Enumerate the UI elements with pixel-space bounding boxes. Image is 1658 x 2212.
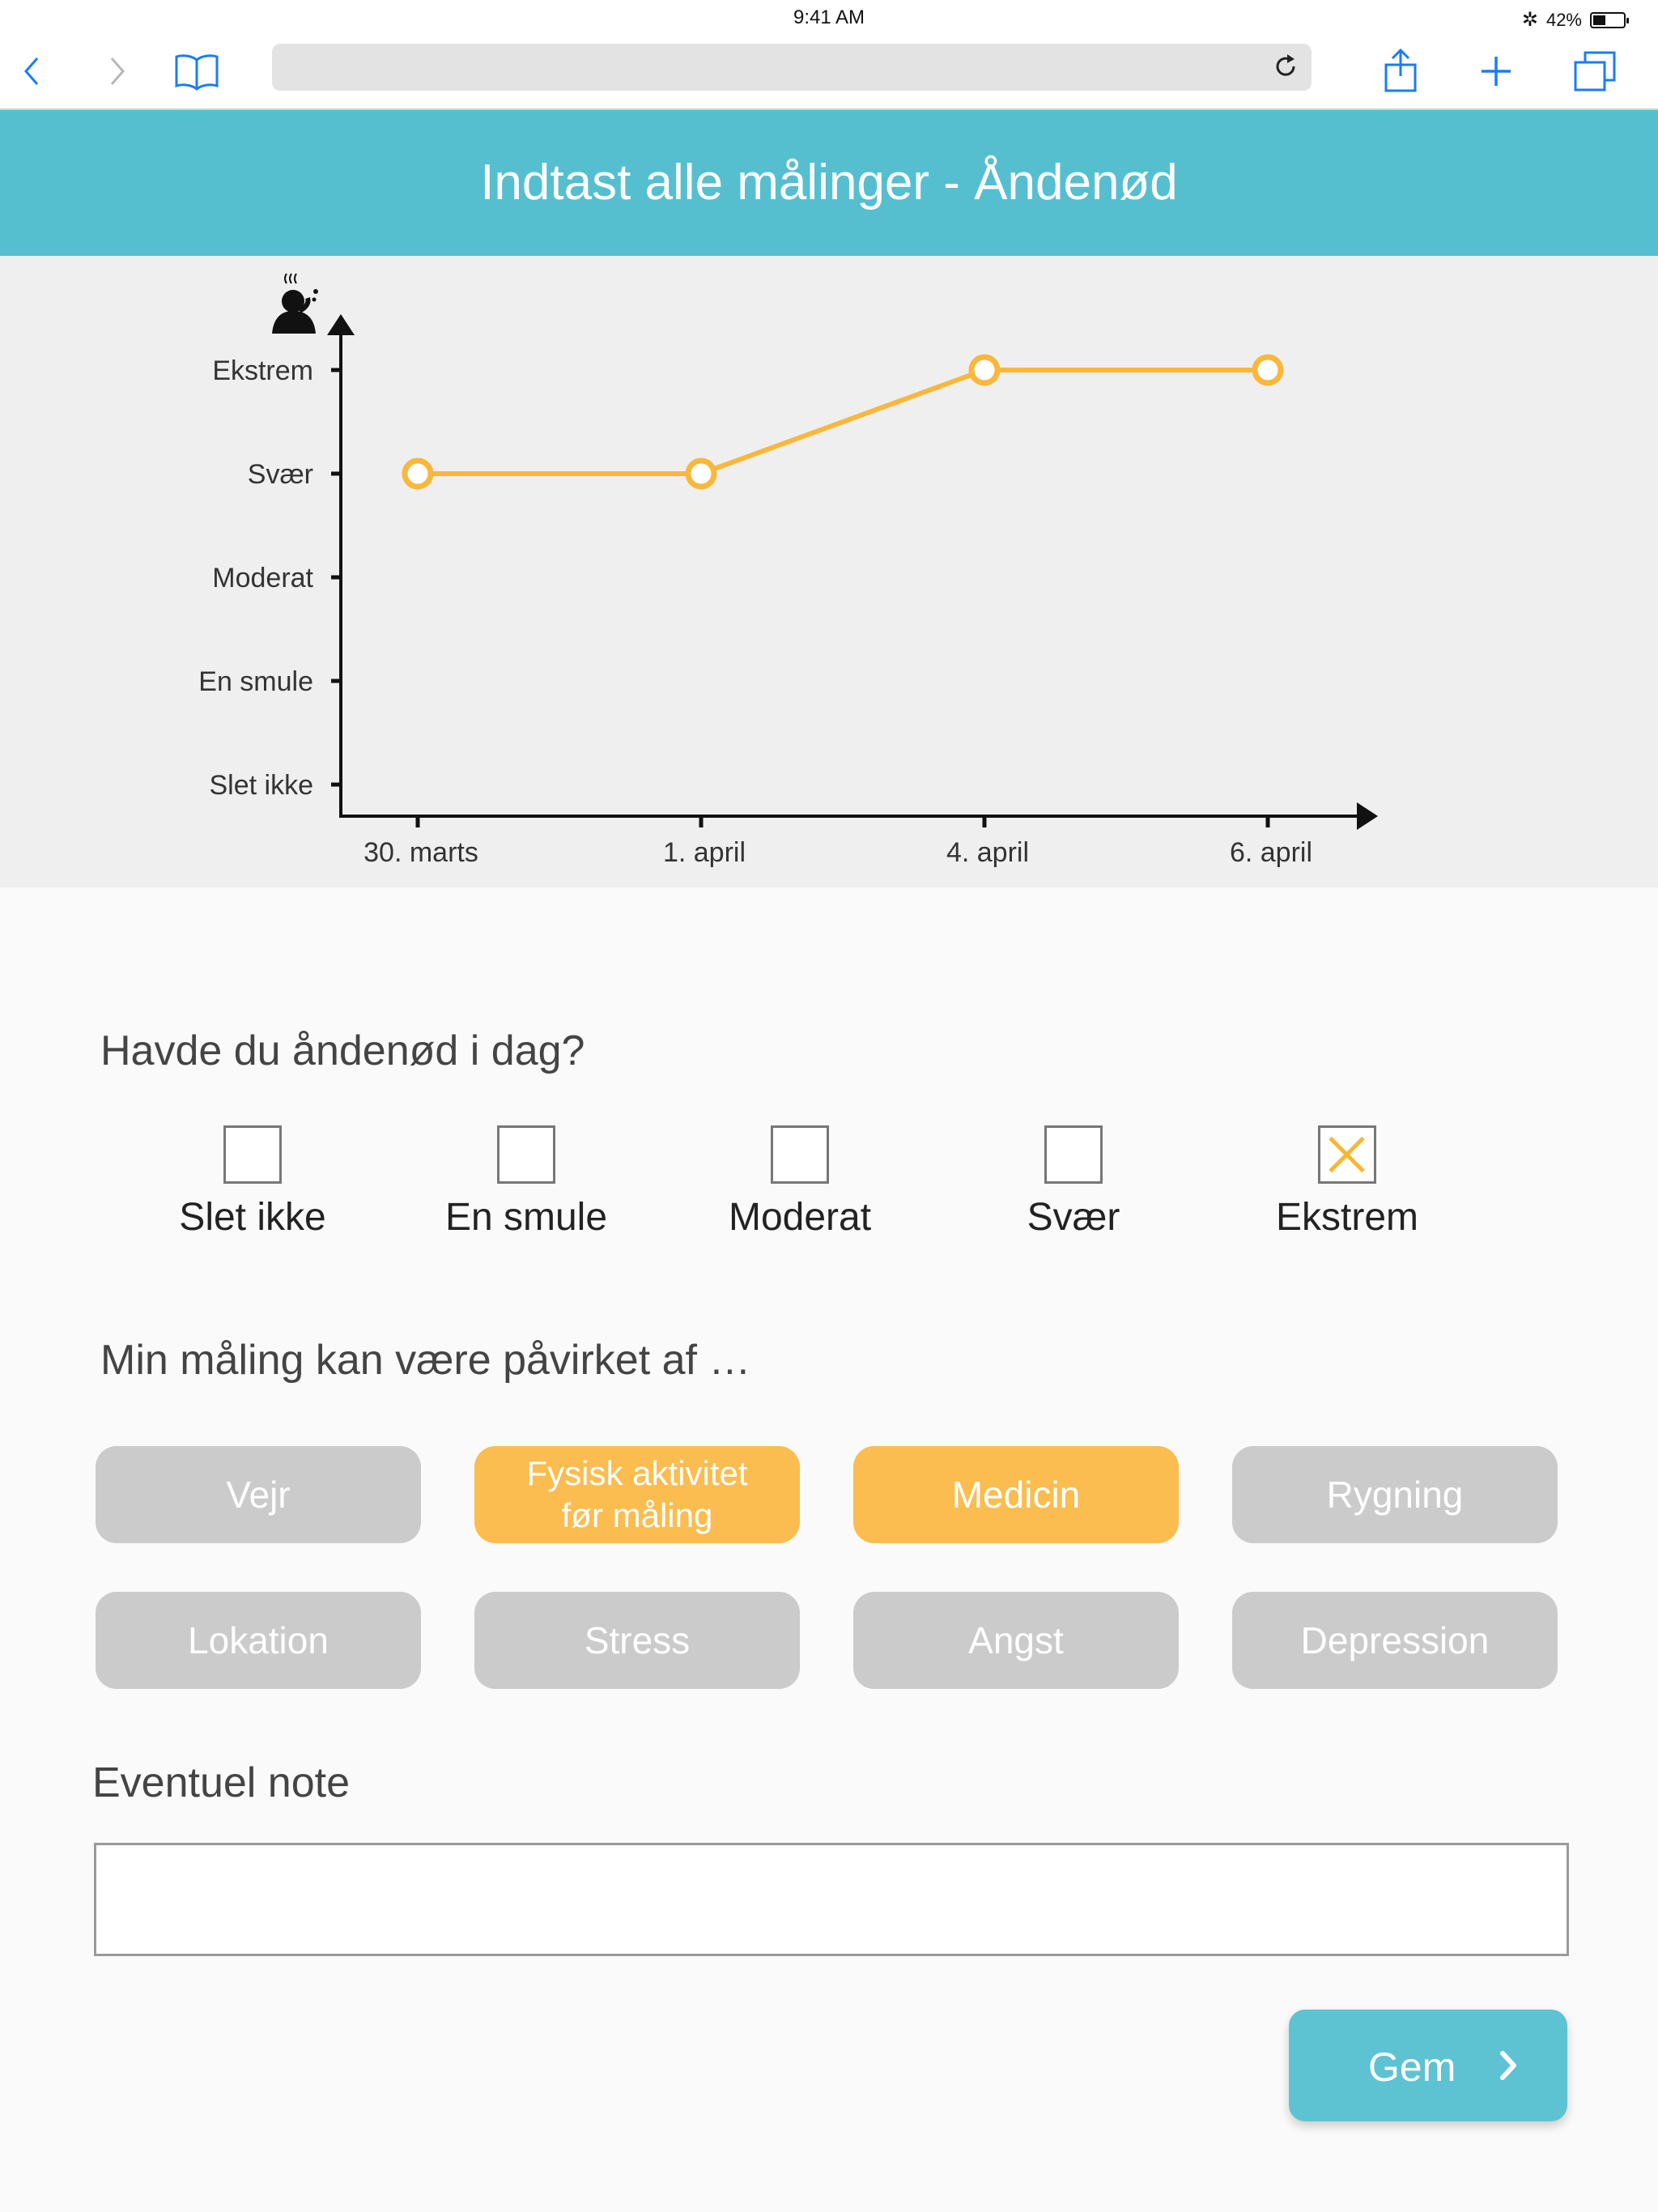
page-title: Indtast alle målinger - Åndenød	[480, 155, 1178, 211]
chip-depression[interactable]: Depression	[1232, 1592, 1558, 1689]
chevron-right-icon	[1500, 2051, 1516, 2080]
x-tick-label: 1. april	[663, 837, 746, 868]
option-moderat[interactable]: Moderat	[711, 1125, 889, 1240]
data-point	[402, 457, 434, 490]
chip-lokation[interactable]: Lokation	[96, 1592, 421, 1689]
plus-icon	[1482, 57, 1511, 86]
option-label: Ekstrem	[1275, 1196, 1418, 1239]
note-title: Eventuel note	[92, 1759, 351, 1806]
new-tab-button[interactable]	[1472, 47, 1520, 96]
data-point	[968, 354, 1001, 386]
x-axis-arrow	[1357, 802, 1378, 830]
share-icon	[1384, 49, 1417, 92]
chip-fysisk-aktivitet[interactable]: Fysisk aktivitet før måling	[474, 1446, 800, 1543]
note-input[interactable]	[94, 1843, 1569, 1956]
y-tick-label: Moderat	[212, 563, 313, 593]
battery-percent: 42%	[1545, 9, 1582, 30]
share-button[interactable]	[1376, 47, 1425, 96]
status-bar: 9:41 AM ✲ 42%	[0, 0, 1658, 39]
chip-label: Angst	[968, 1619, 1064, 1661]
chip-angst[interactable]: Angst	[853, 1592, 1179, 1689]
breathless-person-icon	[272, 273, 318, 334]
chip-rygning[interactable]: Rygning	[1232, 1446, 1558, 1543]
x-tick-label: 4. april	[946, 837, 1029, 868]
chip-stress[interactable]: Stress	[474, 1592, 800, 1689]
bookmarks-button[interactable]	[170, 47, 223, 96]
data-point	[1252, 354, 1284, 386]
option-en-smule[interactable]: En smule	[437, 1125, 615, 1240]
chart-svg: Slet ikke En smule Moderat Svær Ekstrem 30. …	[198, 273, 1378, 868]
checkbox[interactable]	[771, 1125, 829, 1184]
question-title: Havde du åndenød i dag?	[100, 1027, 585, 1074]
factors-title: Min måling kan være påvirket af …	[100, 1337, 751, 1384]
chip-label: Fysisk aktivitet før måling	[526, 1454, 748, 1534]
chip-vejr[interactable]: Vejr	[96, 1446, 421, 1543]
option-svaer[interactable]: Svær	[984, 1125, 1163, 1240]
option-ekstrem[interactable]: Ekstrem	[1258, 1125, 1436, 1240]
option-slet-ikke[interactable]: Slet ikke	[164, 1125, 342, 1240]
chevron-right-icon	[110, 57, 125, 85]
option-label: Svær	[1027, 1196, 1120, 1239]
chevron-left-icon	[24, 57, 39, 85]
battery-icon	[1590, 11, 1629, 28]
forward-button[interactable]	[97, 47, 138, 96]
chip-label: Stress	[584, 1619, 691, 1661]
chip-medicin[interactable]: Medicin	[853, 1446, 1179, 1543]
tabs-icon	[1574, 51, 1616, 91]
status-time: 9:41 AM	[793, 6, 865, 28]
save-button[interactable]: Gem	[1289, 2010, 1567, 2121]
checkbox[interactable]	[1044, 1125, 1103, 1184]
x-tick-label: 30. marts	[363, 837, 478, 868]
back-button[interactable]	[11, 47, 52, 96]
bluetooth-icon: ✲	[1521, 9, 1538, 31]
url-bar[interactable]	[272, 44, 1312, 91]
option-label: Slet ikke	[179, 1196, 326, 1239]
reload-icon[interactable]	[1271, 52, 1300, 81]
chip-label: Lokation	[188, 1619, 329, 1661]
y-tick-label: Slet ikke	[210, 770, 314, 801]
checkbox[interactable]	[497, 1125, 555, 1184]
y-tick-label: Svær	[248, 459, 313, 490]
chip-label: Rygning	[1326, 1474, 1464, 1516]
book-icon	[175, 54, 219, 91]
checkbox[interactable]	[223, 1125, 282, 1184]
chip-label: Depression	[1300, 1619, 1490, 1661]
option-label: Moderat	[728, 1196, 872, 1239]
page-header: Indtast alle målinger - Åndenød	[0, 110, 1658, 256]
breathlessness-chart: Slet ikke En smule Moderat Svær Ekstrem 30. …	[0, 256, 1658, 887]
save-label: Gem	[1368, 2044, 1456, 2090]
chip-label: Medicin	[951, 1474, 1081, 1516]
y-tick-label: Ekstrem	[212, 355, 313, 386]
chip-label: Vejr	[226, 1474, 291, 1516]
status-right: ✲ 42%	[1521, 8, 1629, 32]
x-tick-label: 6. april	[1230, 837, 1312, 868]
option-label: En smule	[444, 1196, 608, 1239]
series-line	[418, 368, 1268, 476]
tabs-button[interactable]	[1571, 47, 1619, 96]
y-tick-label: En smule	[198, 666, 313, 697]
data-point	[685, 457, 717, 490]
browser-toolbar	[0, 39, 1658, 110]
y-axis-arrow	[327, 314, 355, 335]
checkbox-checked[interactable]	[1318, 1125, 1376, 1184]
